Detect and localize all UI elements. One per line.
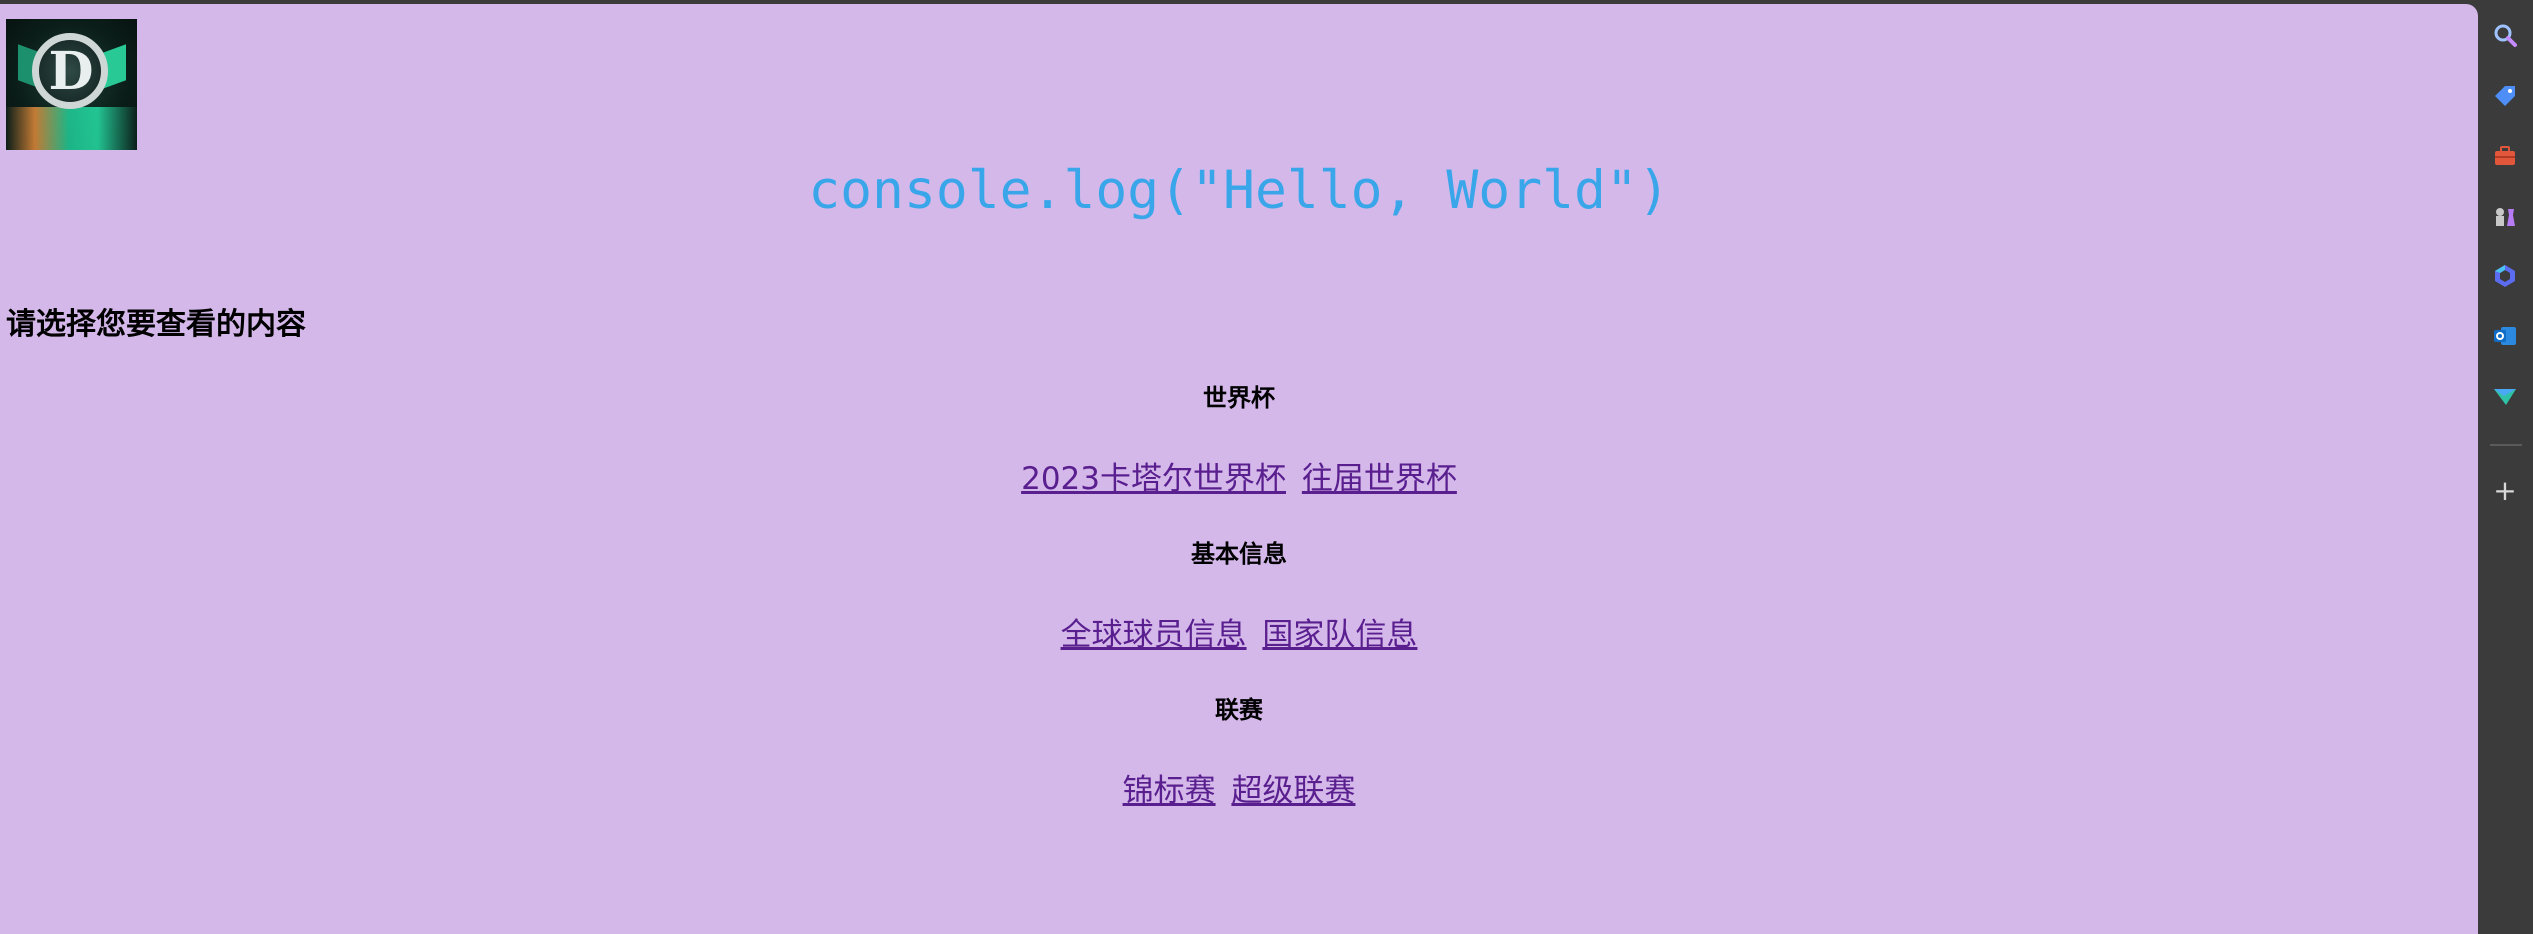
logo-glow [6,107,137,150]
link-2023-qatar-world-cup[interactable]: 2023卡塔尔世界杯 [1021,461,1286,497]
section-title-basic-info: 基本信息 [1191,540,1287,568]
league-links: 锦标赛 超级联赛 [0,770,2478,812]
send-icon[interactable] [2492,383,2518,409]
outlook-icon[interactable] [2492,323,2518,349]
link-championship[interactable]: 锦标赛 [1123,773,1216,809]
link-global-player-info[interactable]: 全球球员信息 [1061,617,1247,653]
logo-letter: D [48,41,94,102]
site-logo: D [6,19,137,150]
chess-icon[interactable] [2492,203,2518,229]
section-title-world-cup: 世界杯 [1203,384,1275,412]
section-title-league: 联赛 [1215,696,1263,724]
copilot-icon[interactable] [2492,263,2518,289]
link-super-league[interactable]: 超级联赛 [1231,773,1355,809]
hello-world-heading: console.log("Hello, World") [808,160,1670,221]
link-past-world-cups[interactable]: 往届世界杯 [1302,461,1457,497]
link-national-team-info[interactable]: 国家队信息 [1262,617,1417,653]
basic-info-links: 全球球员信息 国家队信息 [0,614,2478,656]
tag-icon[interactable] [2492,83,2518,109]
browser-sidebar: + [2478,0,2533,934]
sidebar-divider [2490,444,2522,446]
briefcase-icon[interactable] [2492,143,2518,169]
search-icon[interactable] [2492,22,2518,48]
world-cup-links: 2023卡塔尔世界杯 往届世界杯 [0,458,2478,500]
add-icon[interactable]: + [2492,477,2518,505]
page-content: D console.log("Hello, World") 请选择您要查看的内容… [0,4,2478,934]
content-prompt: 请选择您要查看的内容 [6,307,306,342]
